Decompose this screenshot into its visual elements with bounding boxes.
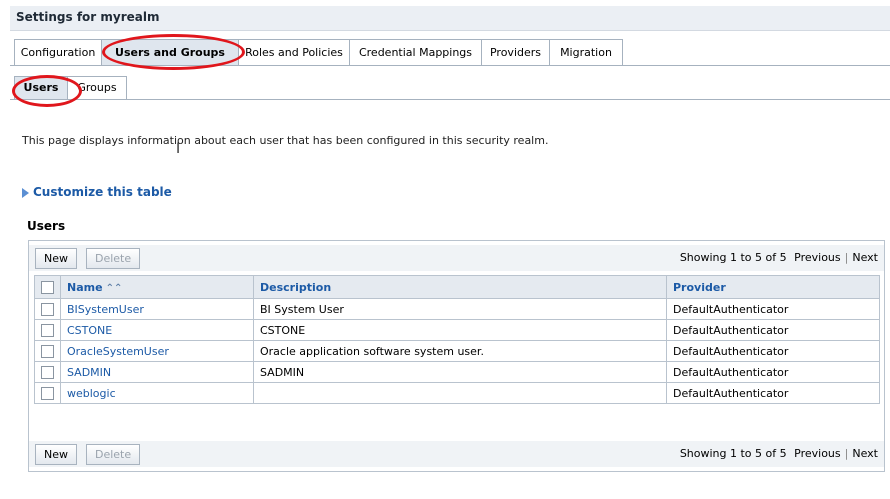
- showing-count: Showing 1 to 5 of 5: [679, 251, 787, 264]
- pagination: Showing 1 to 5 of 5 Previous | Next: [680, 447, 878, 460]
- user-description: BI System User: [253, 298, 667, 320]
- new-button[interactable]: New: [35, 248, 77, 269]
- sort-ascending-icon[interactable]: ⌃⌃: [106, 283, 123, 294]
- select-all-cell: [34, 275, 61, 299]
- previous-link[interactable]: Previous: [794, 251, 841, 264]
- delete-button[interactable]: Delete: [86, 444, 141, 465]
- row-checkbox[interactable]: [41, 323, 54, 337]
- user-description: Oracle application software system user.: [253, 340, 667, 362]
- page-title: Settings for myrealm: [16, 10, 160, 24]
- users-table-container: New Delete Showing 1 to 5 of 5 Previous |…: [28, 240, 885, 472]
- column-header-name[interactable]: Name ⌃⌃: [60, 275, 254, 299]
- table-row: CSTONE CSTONE DefaultAuthenticator: [34, 319, 880, 341]
- new-button[interactable]: New: [35, 444, 77, 465]
- delete-button[interactable]: Delete: [86, 248, 141, 269]
- customize-table-label: Customize this table: [33, 185, 172, 199]
- row-select-cell: [34, 298, 61, 320]
- user-description: SADMIN: [253, 361, 667, 383]
- row-select-cell: [34, 361, 61, 383]
- user-name-link[interactable]: OracleSystemUser: [60, 340, 254, 362]
- table-row: SADMIN SADMIN DefaultAuthenticator: [34, 361, 880, 383]
- row-checkbox[interactable]: [41, 344, 54, 358]
- user-provider: DefaultAuthenticator: [666, 382, 880, 404]
- table-row: BISystemUser BI System User DefaultAuthe…: [34, 298, 880, 320]
- tab-providers[interactable]: Providers: [481, 39, 550, 65]
- subtab-groups[interactable]: Groups: [67, 76, 127, 99]
- user-name-link[interactable]: SADMIN: [60, 361, 254, 383]
- column-header-description[interactable]: Description: [253, 275, 667, 299]
- table-header-row: Name ⌃⌃ Description Provider: [34, 275, 880, 299]
- user-provider: DefaultAuthenticator: [666, 298, 880, 320]
- user-name-link[interactable]: weblogic: [60, 382, 254, 404]
- pagination-separator: |: [844, 447, 849, 460]
- users-table: Name ⌃⌃ Description Provider BISystemUser…: [34, 275, 880, 404]
- row-select-cell: [34, 340, 61, 362]
- next-link[interactable]: Next: [852, 251, 878, 264]
- table-row: OracleSystemUser Oracle application soft…: [34, 340, 880, 362]
- table-toolbar-top: New Delete Showing 1 to 5 of 5 Previous |…: [29, 245, 884, 271]
- column-header-provider[interactable]: Provider: [666, 275, 880, 299]
- expand-triangle-icon: [22, 187, 29, 198]
- user-description: CSTONE: [253, 319, 667, 341]
- row-checkbox[interactable]: [41, 386, 54, 400]
- customize-table-link[interactable]: Customize this table: [22, 185, 172, 199]
- user-provider: DefaultAuthenticator: [666, 361, 880, 383]
- next-link[interactable]: Next: [852, 447, 878, 460]
- user-description: [253, 382, 667, 404]
- row-select-cell: [34, 382, 61, 404]
- page-header: Settings for myrealm: [10, 6, 890, 31]
- table-row: weblogic DefaultAuthenticator: [34, 382, 880, 404]
- tab-users-and-groups[interactable]: Users and Groups: [101, 39, 239, 65]
- tab-configuration[interactable]: Configuration: [14, 39, 102, 65]
- tab-divider: [10, 65, 890, 66]
- user-name-link[interactable]: BISystemUser: [60, 298, 254, 320]
- subtab-users[interactable]: Users: [14, 76, 68, 99]
- pagination: Showing 1 to 5 of 5 Previous | Next: [680, 251, 878, 264]
- tab-migration[interactable]: Migration: [549, 39, 623, 65]
- pagination-separator: |: [844, 251, 849, 264]
- row-select-cell: [34, 319, 61, 341]
- user-provider: DefaultAuthenticator: [666, 340, 880, 362]
- text-cursor-icon: I: [176, 141, 181, 157]
- column-name-label: Name: [67, 280, 103, 294]
- page-description: This page displays information about eac…: [22, 134, 549, 147]
- user-provider: DefaultAuthenticator: [666, 319, 880, 341]
- tab-credential-mappings[interactable]: Credential Mappings: [349, 39, 482, 65]
- select-all-checkbox[interactable]: [41, 280, 54, 294]
- table-toolbar-bottom: New Delete Showing 1 to 5 of 5 Previous |…: [29, 441, 884, 467]
- user-name-link[interactable]: CSTONE: [60, 319, 254, 341]
- users-section-title: Users: [27, 219, 66, 233]
- row-checkbox[interactable]: [41, 365, 54, 379]
- previous-link[interactable]: Previous: [794, 447, 841, 460]
- tab-roles-and-policies[interactable]: Roles and Policies: [238, 39, 350, 65]
- row-checkbox[interactable]: [41, 302, 54, 316]
- showing-count: Showing 1 to 5 of 5: [679, 447, 787, 460]
- subtab-divider: [10, 99, 890, 100]
